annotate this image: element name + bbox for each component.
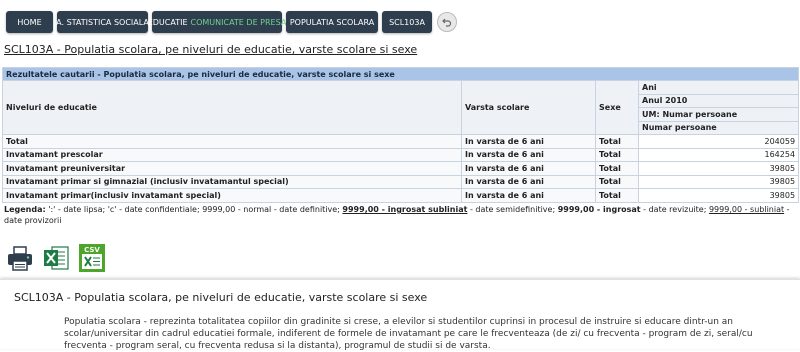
column-levels-header: Niveluri de educatie xyxy=(2,80,462,135)
description-panel: SCL103A - Populatia scolara, pe niveluri… xyxy=(0,279,800,351)
age-cell: In varsta de 6 ani xyxy=(461,161,596,176)
year-label: Anul 2010 xyxy=(637,93,800,108)
meta-row-years: Niveluri de educatie Varsta scolare Sexe… xyxy=(2,80,800,135)
um-label: UM: Numar persoane xyxy=(637,107,800,122)
table-row: Total In varsta de 6 ani Total 204059 xyxy=(2,134,800,149)
results-table: Rezultatele cautarii - Populatia scolara… xyxy=(1,67,800,203)
undo-arrow-icon xyxy=(442,18,452,27)
table-row: Invatamant prescolar In varsta de 6 ani … xyxy=(2,147,800,162)
excel-icon xyxy=(44,246,69,270)
level-cell: Invatamant prescolar xyxy=(2,147,462,162)
nav-home-button[interactable]: HOME xyxy=(6,11,53,33)
printer-icon xyxy=(8,246,32,271)
column-sex-header: Sexe xyxy=(595,80,639,135)
legend-label: Legenda: xyxy=(4,205,46,214)
value-cell: 204059 xyxy=(637,134,800,149)
legend-bold-underlined: 9999,00 - ingrosat subliniat xyxy=(342,205,468,214)
csv-export-button[interactable]: CSV xyxy=(78,243,106,273)
results-header: Rezultatele cautarii - Populatia scolara… xyxy=(1,67,800,81)
description-title: SCL103A - Populatia scolara, pe niveluri… xyxy=(14,291,428,304)
table-row: Invatamant preuniversitar In varsta de 6… xyxy=(2,161,800,176)
age-cell: In varsta de 6 ani xyxy=(461,147,596,162)
years-label: Ani xyxy=(637,80,800,95)
value-cell: 39805 xyxy=(637,174,800,189)
excel-export-button[interactable] xyxy=(42,243,70,273)
back-button[interactable] xyxy=(437,12,457,32)
legend-text-1: ':' - date lipsa; 'c' - date confidentia… xyxy=(45,205,343,214)
results-header-row: Rezultatele cautarii - Populatia scolara… xyxy=(1,67,800,81)
level-cell: Total xyxy=(2,134,462,149)
unit-label: Numar persoane xyxy=(637,120,800,135)
table-row: Invatamant primar(inclusiv invatamant sp… xyxy=(2,188,800,203)
level-cell: Invatamant primar si gimnazial (inclusiv… xyxy=(2,174,462,189)
csv-icon: CSV xyxy=(79,244,105,272)
legend: Legenda: ':' - date lipsa; 'c' - date co… xyxy=(4,204,794,226)
svg-text:CSV: CSV xyxy=(84,246,100,254)
level-cell: Invatamant primar(inclusiv invatamant sp… xyxy=(2,188,462,203)
value-cell: 39805 xyxy=(637,161,800,176)
legend-text-2: - date semidefinitive; xyxy=(467,205,558,214)
top-nav: HOME A. STATISTICA SOCIALA EDUCATIE COMUN… xyxy=(6,11,457,33)
sex-cell: Total xyxy=(595,161,639,176)
value-cell: 164254 xyxy=(637,147,800,162)
sex-cell: Total xyxy=(595,188,639,203)
legend-underlined: 9999,00 - subliniat xyxy=(708,205,785,214)
print-button[interactable] xyxy=(6,243,34,273)
nav-school-population-button[interactable]: POPULATIA SCOLARA xyxy=(286,11,378,33)
sex-cell: Total xyxy=(595,147,639,162)
nav-code-button[interactable]: SCL103A xyxy=(382,11,432,33)
sex-cell: Total xyxy=(595,134,639,149)
description-text: Populatia scolara - reprezinta totalitat… xyxy=(64,317,753,351)
table-row: Invatamant primar si gimnazial (inclusiv… xyxy=(2,174,800,189)
legend-bold: 9999,00 - ingrosat xyxy=(557,205,641,214)
age-cell: In varsta de 6 ani xyxy=(461,188,596,203)
legend-text-3: - date revizuite; xyxy=(640,205,709,214)
value-cell: 39805 xyxy=(637,188,800,203)
age-cell: In varsta de 6 ani xyxy=(461,174,596,189)
column-age-header: Varsta scolare xyxy=(461,80,596,135)
level-cell: Invatamant preuniversitar xyxy=(2,161,462,176)
export-toolbar: CSV xyxy=(6,243,106,273)
nav-education-label: EDUCATIE xyxy=(147,17,188,27)
nav-education-button[interactable]: EDUCATIE COMUNICATE DE PRESA xyxy=(148,11,286,33)
age-cell: In varsta de 6 ani xyxy=(461,134,596,149)
nav-social-statistics-button[interactable]: A. STATISTICA SOCIALA xyxy=(56,11,149,33)
sex-cell: Total xyxy=(595,174,639,189)
page-title: SCL103A - Populatia scolara, pe niveluri… xyxy=(4,43,418,56)
nav-press-releases-label: COMUNICATE DE PRESA xyxy=(190,17,287,27)
